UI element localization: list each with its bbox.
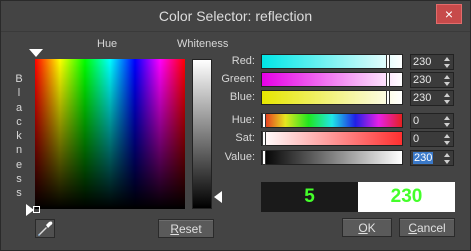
slider-thumb[interactable] (262, 113, 266, 128)
slider-label: Green: (221, 73, 255, 85)
slider-bar[interactable] (261, 150, 403, 165)
spinner-up-icon[interactable] (444, 153, 450, 157)
reset-button[interactable]: Reset (158, 219, 214, 238)
slider-thumb[interactable] (386, 54, 391, 69)
spinner-value[interactable]: 0 (413, 115, 419, 127)
spinner-value[interactable]: 230 (413, 92, 431, 104)
spinner-value[interactable]: 230 (413, 152, 434, 164)
slider-thumb[interactable] (386, 90, 391, 105)
spinner-down-icon[interactable] (444, 82, 450, 86)
spinner-down-icon[interactable] (444, 141, 450, 145)
slider-label: Value: (224, 151, 255, 163)
spinner-value[interactable]: 230 (413, 56, 431, 68)
blackness-label: Blackness (15, 73, 23, 200)
spinner-down-icon[interactable] (444, 160, 450, 164)
slider-bar[interactable] (261, 72, 403, 87)
spinner-down-icon[interactable] (444, 64, 450, 68)
spinner-up-icon[interactable] (444, 116, 450, 120)
spinner-up-icon[interactable] (444, 134, 450, 138)
value-spinner[interactable]: 230 (410, 72, 454, 88)
whiteness-indicator-icon[interactable] (214, 191, 222, 203)
window-title: Color Selector: reflection (158, 8, 313, 24)
blackness-indicator-icon[interactable] (26, 204, 34, 216)
cancel-button-label: Cancel (408, 221, 446, 235)
close-button[interactable]: × (436, 4, 462, 24)
whiteness-label: Whiteness (177, 38, 229, 50)
old-color-swatch: 5 (261, 182, 358, 212)
title-bar: Color Selector: reflection × (1, 1, 470, 32)
ok-button[interactable]: OK (342, 218, 392, 237)
spinner-value[interactable]: 230 (413, 74, 431, 86)
spinner-down-icon[interactable] (444, 100, 450, 104)
reset-button-label: Reset (170, 222, 202, 236)
value-spinner[interactable]: 230 (410, 54, 454, 70)
color-selector-window: Color Selector: reflection × Hue Whitene… (0, 0, 471, 251)
hue-blackness-picker[interactable] (35, 59, 185, 209)
slider-bar[interactable] (261, 113, 403, 128)
slider-bar[interactable] (261, 131, 403, 146)
hue-indicator-icon[interactable] (29, 49, 43, 57)
value-spinner[interactable]: 0 (410, 131, 454, 147)
new-color-swatch: 230 (358, 182, 455, 212)
eyedropper-button[interactable] (35, 219, 55, 238)
spinner-up-icon[interactable] (444, 93, 450, 97)
picker-marker[interactable] (33, 206, 40, 213)
slider-thumb[interactable] (262, 131, 266, 146)
value-spinner[interactable]: 0 (410, 113, 454, 129)
slider-thumb[interactable] (262, 150, 266, 165)
close-icon: × (444, 6, 454, 22)
value-spinner[interactable]: 230 (410, 150, 454, 166)
slider-label: Red: (231, 55, 255, 67)
spinner-up-icon[interactable] (444, 57, 450, 61)
value-spinner[interactable]: 230 (410, 90, 454, 106)
hue-label: Hue (97, 38, 118, 50)
ok-button-label: OK (358, 221, 376, 235)
eyedropper-icon (38, 221, 53, 236)
spinner-down-icon[interactable] (444, 123, 450, 127)
slider-label: Sat: (235, 132, 255, 144)
slider-label: Hue: (231, 114, 255, 126)
cancel-button[interactable]: Cancel (399, 218, 455, 237)
slider-label: Blue: (229, 91, 255, 103)
slider-bar[interactable] (261, 54, 403, 69)
slider-thumb[interactable] (386, 72, 391, 87)
spinner-up-icon[interactable] (444, 75, 450, 79)
slider-bar[interactable] (261, 90, 403, 105)
spinner-value[interactable]: 0 (413, 133, 419, 145)
blackness-gradient (35, 59, 185, 209)
